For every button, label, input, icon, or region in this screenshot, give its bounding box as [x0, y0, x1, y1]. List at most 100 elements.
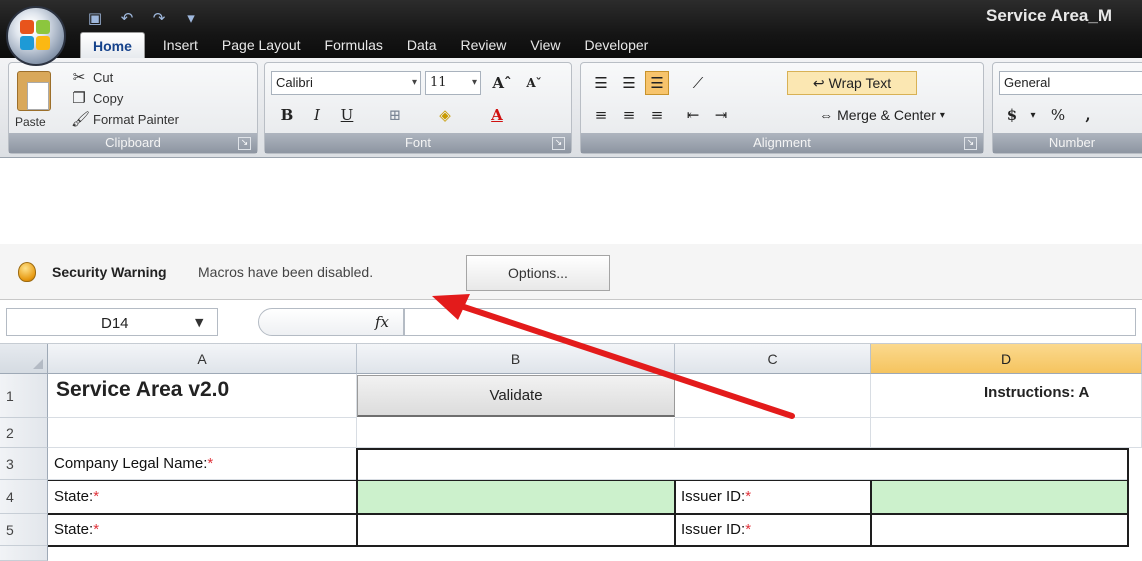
- copy-label: Copy: [93, 90, 124, 106]
- tab-home[interactable]: Home: [80, 32, 145, 58]
- alignment-group-label: Alignment: [581, 133, 983, 153]
- clipboard-group-label: Clipboard: [9, 133, 257, 153]
- formula-bar: D14 ▼ fx: [0, 300, 1142, 344]
- font-launcher-icon[interactable]: ↘: [552, 137, 565, 150]
- align-right-icon[interactable]: ≡: [645, 103, 669, 127]
- paste-button-label[interactable]: Paste: [15, 115, 46, 129]
- window-title: Service Area_M: [986, 6, 1113, 25]
- decrease-indent-icon[interactable]: ⇤: [681, 103, 705, 127]
- cell-b2[interactable]: [357, 418, 675, 448]
- issuer-id-input-1[interactable]: [871, 480, 1128, 514]
- borders-icon[interactable]: ⊞: [375, 103, 415, 127]
- name-box[interactable]: D14 ▼: [6, 308, 218, 336]
- border-line: [674, 480, 676, 546]
- row-header-4[interactable]: 4: [0, 480, 48, 514]
- number-format-value: General: [1004, 75, 1051, 90]
- percent-button[interactable]: %: [1047, 103, 1069, 127]
- tab-developer[interactable]: Developer: [572, 32, 660, 58]
- chevron-down-icon: ▾: [471, 77, 477, 88]
- company-legal-name-input[interactable]: [357, 448, 1128, 480]
- function-box: fx: [258, 308, 404, 336]
- name-box-value: D14: [101, 315, 129, 332]
- underline-button[interactable]: U: [335, 103, 359, 127]
- cell-c5[interactable]: Issuer ID:*: [675, 514, 871, 546]
- font-size-select[interactable]: 11 ▾: [425, 71, 481, 95]
- column-header-a[interactable]: A: [48, 344, 357, 374]
- align-left-icon[interactable]: ≡: [589, 103, 613, 127]
- company-legal-name-label: Company Legal Name:: [54, 455, 208, 472]
- issuer-id-label: Issuer ID:: [681, 521, 746, 538]
- state-input-1[interactable]: [357, 480, 675, 514]
- save-icon[interactable]: ▣: [84, 9, 106, 27]
- column-header-b[interactable]: B: [357, 344, 675, 374]
- shrink-font-button[interactable]: Aˇ: [519, 71, 549, 95]
- tab-review[interactable]: Review: [448, 32, 518, 58]
- quick-access-toolbar: ▣ ↶ ↷ ▾: [84, 6, 202, 30]
- tab-page-layout[interactable]: Page Layout: [210, 32, 313, 58]
- cell-d2[interactable]: [871, 418, 1142, 448]
- comma-button[interactable]: ,: [1077, 103, 1099, 127]
- cell-c4[interactable]: Issuer ID:*: [675, 480, 871, 514]
- wrap-text-button[interactable]: ↩ Wrap Text: [787, 71, 917, 95]
- office-button[interactable]: [6, 6, 66, 66]
- cell-a2[interactable]: [48, 418, 357, 448]
- tab-data[interactable]: Data: [395, 32, 449, 58]
- select-all-corner[interactable]: [0, 344, 48, 374]
- align-middle-icon[interactable]: ☰: [617, 71, 641, 95]
- align-center-icon[interactable]: ≡: [617, 103, 641, 127]
- cut-label: Cut: [93, 69, 114, 85]
- copy-button[interactable]: ❐ Copy: [71, 88, 123, 108]
- cell-a5[interactable]: State:*: [48, 514, 357, 546]
- row-header-2[interactable]: 2: [0, 418, 48, 448]
- required-marker: *: [207, 455, 214, 472]
- cell-c1[interactable]: [675, 374, 871, 418]
- merge-center-button[interactable]: ⇔ Merge & Center ▾: [787, 103, 977, 127]
- orientation-icon[interactable]: ⟋: [681, 71, 715, 95]
- currency-button[interactable]: $: [1001, 103, 1023, 127]
- bold-button[interactable]: B: [275, 103, 299, 127]
- font-family-value: Calibri: [276, 75, 313, 90]
- alignment-group: ☰ ☰ ☰ ⟋ ↩ Wrap Text ≡ ≡ ≡ ⇤ ⇥ ⇔ Merge & …: [580, 62, 984, 154]
- tab-formulas[interactable]: Formulas: [313, 32, 395, 58]
- undo-icon[interactable]: ↶: [116, 9, 138, 27]
- column-header-d[interactable]: D: [871, 344, 1142, 374]
- font-family-select[interactable]: Calibri ▾: [271, 71, 421, 95]
- ribbon-tabs: Home Insert Page Layout Formulas Data Re…: [80, 28, 660, 58]
- grow-font-button[interactable]: Aˆ: [487, 71, 517, 95]
- chevron-down-icon[interactable]: ▼: [195, 316, 203, 329]
- alignment-launcher-icon[interactable]: ↘: [964, 137, 977, 150]
- number-format-select[interactable]: General: [999, 71, 1142, 95]
- format-painter-button[interactable]: 🖌 Format Painter: [71, 109, 179, 129]
- paste-icon[interactable]: [17, 71, 51, 111]
- tab-view[interactable]: View: [518, 32, 572, 58]
- tab-insert[interactable]: Insert: [151, 32, 210, 58]
- row-header-5[interactable]: 5: [0, 514, 48, 546]
- validate-button[interactable]: Validate: [357, 375, 675, 417]
- row-header-1[interactable]: 1: [0, 374, 48, 418]
- row-header-3[interactable]: 3: [0, 448, 48, 480]
- cell-c2[interactable]: [675, 418, 871, 448]
- issuer-id-input-2[interactable]: [871, 514, 1128, 546]
- options-button[interactable]: Options...: [466, 255, 610, 291]
- italic-button[interactable]: I: [305, 103, 329, 127]
- merge-center-icon: ⇔: [819, 107, 834, 123]
- row-header-6[interactable]: [0, 546, 48, 561]
- clipboard-launcher-icon[interactable]: ↘: [238, 137, 251, 150]
- cell-a3[interactable]: Company Legal Name:*: [48, 448, 357, 480]
- align-top-icon[interactable]: ☰: [589, 71, 613, 95]
- font-color-icon[interactable]: A: [477, 103, 517, 127]
- format-painter-label: Format Painter: [93, 111, 179, 127]
- align-bottom-icon[interactable]: ☰: [645, 71, 669, 95]
- column-header-c[interactable]: C: [675, 344, 871, 374]
- fill-color-icon[interactable]: ◈: [425, 103, 465, 127]
- customize-toolbar-icon[interactable]: ▾: [180, 9, 202, 27]
- state-input-2[interactable]: [357, 514, 675, 546]
- chevron-down-icon[interactable]: ▾: [1025, 103, 1041, 127]
- insert-function-icon[interactable]: fx: [375, 313, 389, 331]
- state-label: State:: [54, 488, 94, 505]
- cut-button[interactable]: ✂ Cut: [71, 67, 114, 87]
- redo-icon[interactable]: ↷: [148, 9, 170, 27]
- cell-a4[interactable]: State:*: [48, 480, 357, 514]
- formula-input[interactable]: [404, 308, 1136, 336]
- increase-indent-icon[interactable]: ⇥: [709, 103, 733, 127]
